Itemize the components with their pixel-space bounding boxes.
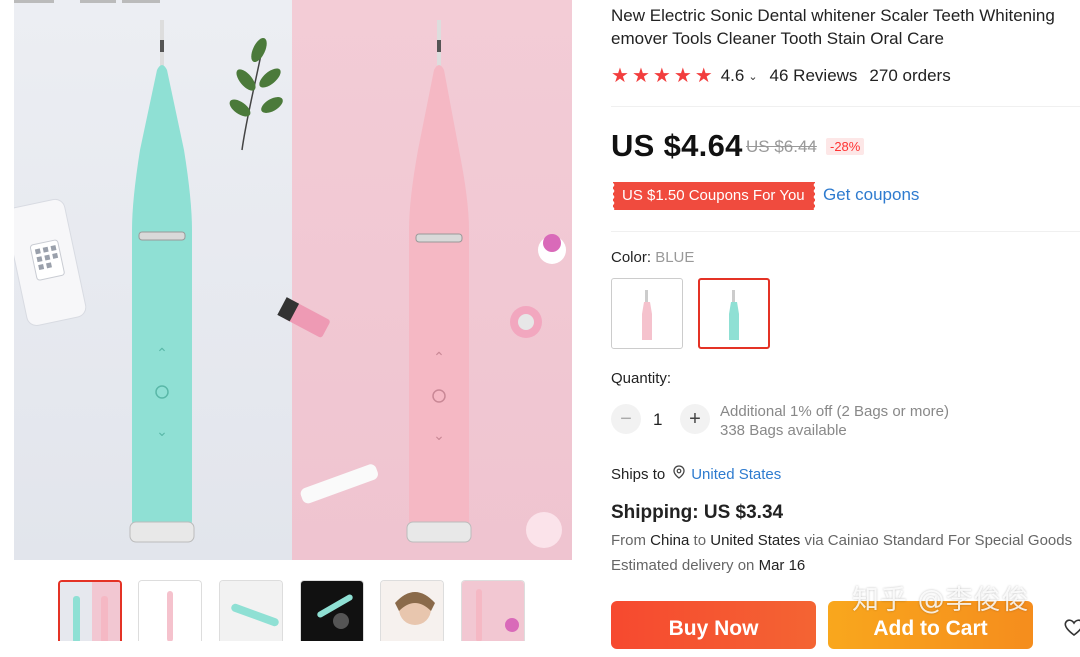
to-word: to xyxy=(693,532,707,549)
color-option-pink[interactable] xyxy=(611,278,683,349)
stock-available-text: 338 Bags available xyxy=(720,422,847,439)
delivery-date: Mar 16 xyxy=(758,557,806,574)
quantity-increase-button[interactable]: + xyxy=(680,404,710,434)
quantity-info: Additional 1% off (2 Bags or more) 338 B… xyxy=(720,402,949,440)
reviews-link[interactable]: 46 Reviews xyxy=(770,66,858,86)
main-product-image[interactable]: ⌃ ⌄ ⌃ ⌄ xyxy=(14,0,572,560)
product-title-line2: emover Tools Cleaner Tooth Stain Oral Ca… xyxy=(611,29,944,48)
estimated-delivery: Estimated delivery on Mar 16 xyxy=(611,557,805,574)
color-label-text: Color: xyxy=(611,249,652,266)
svg-text:⌃: ⌃ xyxy=(433,349,445,365)
rating-score[interactable]: 4.6 xyxy=(721,66,745,86)
to-country: United States xyxy=(710,532,801,549)
discount-badge: -28% xyxy=(826,138,865,155)
shipping-route: From China to United States via Cainiao … xyxy=(611,532,1072,549)
orders-count: 270 orders xyxy=(869,66,951,85)
svg-text:⌃: ⌃ xyxy=(156,345,168,361)
thumbnail-6[interactable] xyxy=(461,580,525,641)
wishlist-heart-icon[interactable] xyxy=(1062,615,1080,639)
star-icon: ★ xyxy=(652,65,671,87)
from-prefix: From xyxy=(611,532,646,549)
coupon-badge[interactable]: US $1.50 Coupons For You xyxy=(612,182,815,210)
product-title: New Electric Sonic Dental whitener Scale… xyxy=(611,4,1080,50)
quantity-value[interactable]: 1 xyxy=(653,410,662,430)
ships-to-country-link[interactable]: United States xyxy=(691,466,781,483)
thumbnail-2[interactable] xyxy=(138,580,202,641)
from-country: China xyxy=(650,532,690,549)
rating-stars: ★ ★ ★ ★ ★ xyxy=(611,66,713,86)
rating-row: ★ ★ ★ ★ ★ 4.6 ⌄ 46 Reviews 270 orders xyxy=(611,64,951,88)
product-title-line1: New Electric Sonic Dental whitener Scale… xyxy=(611,6,1055,25)
buy-now-button[interactable]: Buy Now xyxy=(611,601,816,649)
thumbnail-5[interactable] xyxy=(380,580,444,641)
star-icon: ★ xyxy=(673,65,692,87)
get-coupons-link[interactable]: Get coupons xyxy=(823,185,919,205)
thumbnail-1[interactable] xyxy=(58,580,122,641)
ships-to-label: Ships to xyxy=(611,465,666,483)
delivery-prefix: Estimated delivery on xyxy=(611,557,755,574)
svg-text:⌄: ⌄ xyxy=(433,427,445,443)
location-pin-icon xyxy=(673,465,685,483)
divider xyxy=(611,231,1080,232)
svg-text:⌄: ⌄ xyxy=(156,423,168,439)
star-icon: ★ xyxy=(631,65,650,87)
thumbnail-3[interactable] xyxy=(219,580,283,641)
watermark: 知乎 @李俊俊 xyxy=(852,585,1030,616)
ships-to-row: Ships to United States xyxy=(611,465,781,483)
shipping-cost: Shipping: US $3.34 xyxy=(611,502,784,523)
thumbnail-4[interactable] xyxy=(300,580,364,641)
current-price: US $4.64 xyxy=(611,128,743,163)
star-icon: ★ xyxy=(611,65,629,87)
original-price: US $6.44 xyxy=(746,137,817,156)
star-icon: ★ xyxy=(694,65,713,87)
quantity-decrease-button[interactable]: − xyxy=(611,404,641,434)
color-label: Color: BLUE xyxy=(611,249,694,266)
bulk-discount-text: Additional 1% off (2 Bags or more) xyxy=(720,403,950,420)
color-value: BLUE xyxy=(655,249,695,266)
product-illustration: ⌃ ⌄ ⌃ ⌄ xyxy=(14,0,566,548)
chevron-down-icon[interactable]: ⌄ xyxy=(748,70,757,83)
shipping-method: via Cainiao Standard For Special Goods xyxy=(804,532,1073,549)
quantity-label: Quantity: xyxy=(611,370,672,387)
color-option-blue[interactable] xyxy=(698,278,770,349)
thumbnail-strip xyxy=(58,580,538,641)
divider xyxy=(611,106,1080,107)
